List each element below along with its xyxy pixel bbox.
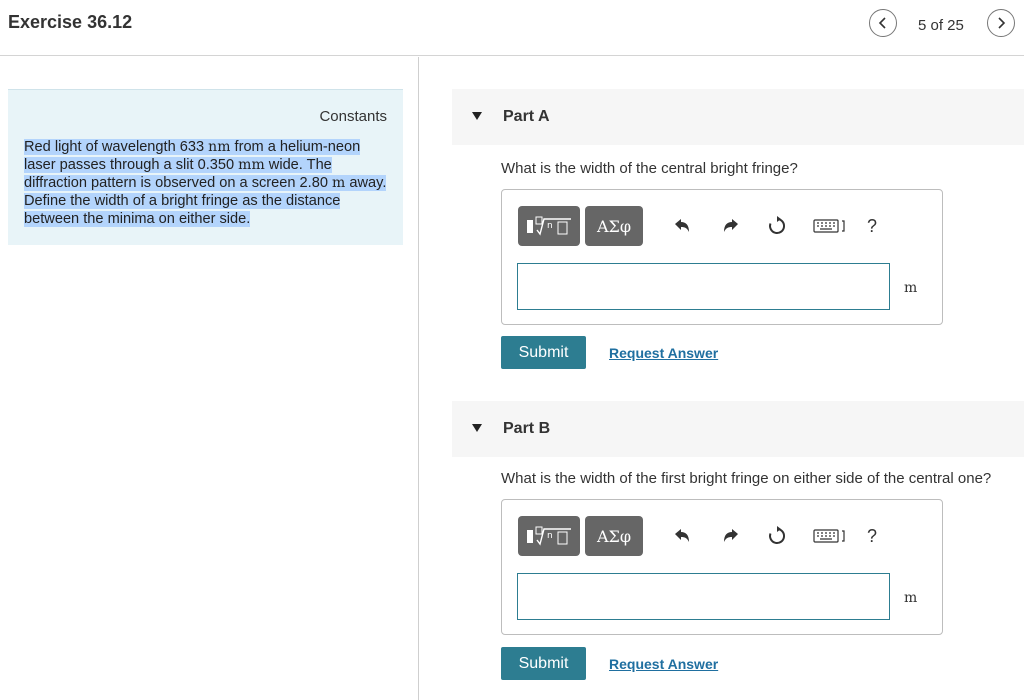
part-b-request-answer-link[interactable]: Request Answer	[609, 656, 718, 672]
part-a-answer-box: n ΑΣφ ? m	[501, 189, 943, 325]
part-b-reset-button[interactable]	[765, 524, 789, 548]
part-b-undo-button[interactable]	[670, 524, 694, 548]
part-a-keyboard-button[interactable]	[812, 214, 848, 238]
page-title: Exercise 36.12	[8, 12, 133, 32]
part-b-help-button[interactable]: ?	[860, 524, 884, 548]
part-b-submit-button[interactable]: Submit	[501, 647, 586, 680]
part-b-answer-input[interactable]	[517, 573, 890, 620]
reset-icon	[769, 526, 786, 544]
problem-statement: Red light of wavelength 633 nm from a he…	[24, 138, 388, 228]
reset-icon	[769, 216, 786, 234]
part-a-request-answer-link[interactable]: Request Answer	[609, 345, 718, 361]
part-b-greek-button[interactable]: ΑΣφ	[585, 516, 643, 556]
caret-down-icon	[472, 112, 482, 120]
svg-text:n: n	[547, 531, 553, 541]
previous-button[interactable]	[869, 9, 897, 37]
part-a-question: What is the width of the central bright …	[501, 160, 798, 177]
caret-down-icon	[472, 424, 482, 432]
part-a-answer-input[interactable]	[517, 263, 890, 310]
top-bar: Exercise 36.12 5 of 25	[0, 0, 1024, 56]
keyboard-icon	[813, 529, 845, 543]
next-button[interactable]	[987, 9, 1015, 37]
part-b-header[interactable]: Part B	[452, 401, 1024, 457]
redo-icon	[724, 529, 738, 542]
unit-nm: nm	[208, 139, 231, 155]
constants-link[interactable]: Constants	[319, 108, 387, 125]
undo-icon	[675, 219, 689, 232]
part-b-unit: m	[904, 590, 918, 606]
part-a-label: Part A	[503, 108, 550, 125]
exercise-counter: 5 of 25	[918, 17, 964, 34]
template-sqrt-icon: n	[527, 216, 571, 236]
part-a-header[interactable]: Part A	[452, 89, 1024, 145]
part-a-redo-button[interactable]	[719, 214, 743, 238]
chevron-left-icon	[878, 17, 886, 29]
part-a-greek-button[interactable]: ΑΣφ	[585, 206, 643, 246]
part-b-redo-button[interactable]	[719, 524, 743, 548]
problem-text-1: Red light of wavelength 633	[24, 139, 209, 155]
problem-panel: Constants Red light of wavelength 633 nm…	[8, 89, 403, 245]
part-a-reset-button[interactable]	[765, 214, 789, 238]
part-a-templates-button[interactable]: n	[518, 206, 580, 246]
template-sqrt-icon: n	[527, 526, 571, 546]
part-a-unit: m	[904, 280, 918, 296]
unit-m: m	[332, 175, 346, 191]
unit-mm: mm	[238, 157, 265, 173]
part-b-label: Part B	[503, 420, 551, 437]
part-a-help-button[interactable]: ?	[860, 214, 884, 238]
svg-text:n: n	[547, 221, 553, 231]
part-b-answer-box: n ΑΣφ ? m	[501, 499, 943, 635]
chevron-right-icon	[998, 17, 1006, 29]
redo-icon	[724, 219, 738, 232]
part-b-question: What is the width of the first bright fr…	[501, 470, 992, 487]
part-a-submit-button[interactable]: Submit	[501, 336, 586, 369]
undo-icon	[675, 529, 689, 542]
part-b-keyboard-button[interactable]	[812, 524, 848, 548]
part-a-undo-button[interactable]	[670, 214, 694, 238]
column-divider	[418, 57, 419, 700]
keyboard-icon	[813, 219, 845, 233]
part-b-templates-button[interactable]: n	[518, 516, 580, 556]
